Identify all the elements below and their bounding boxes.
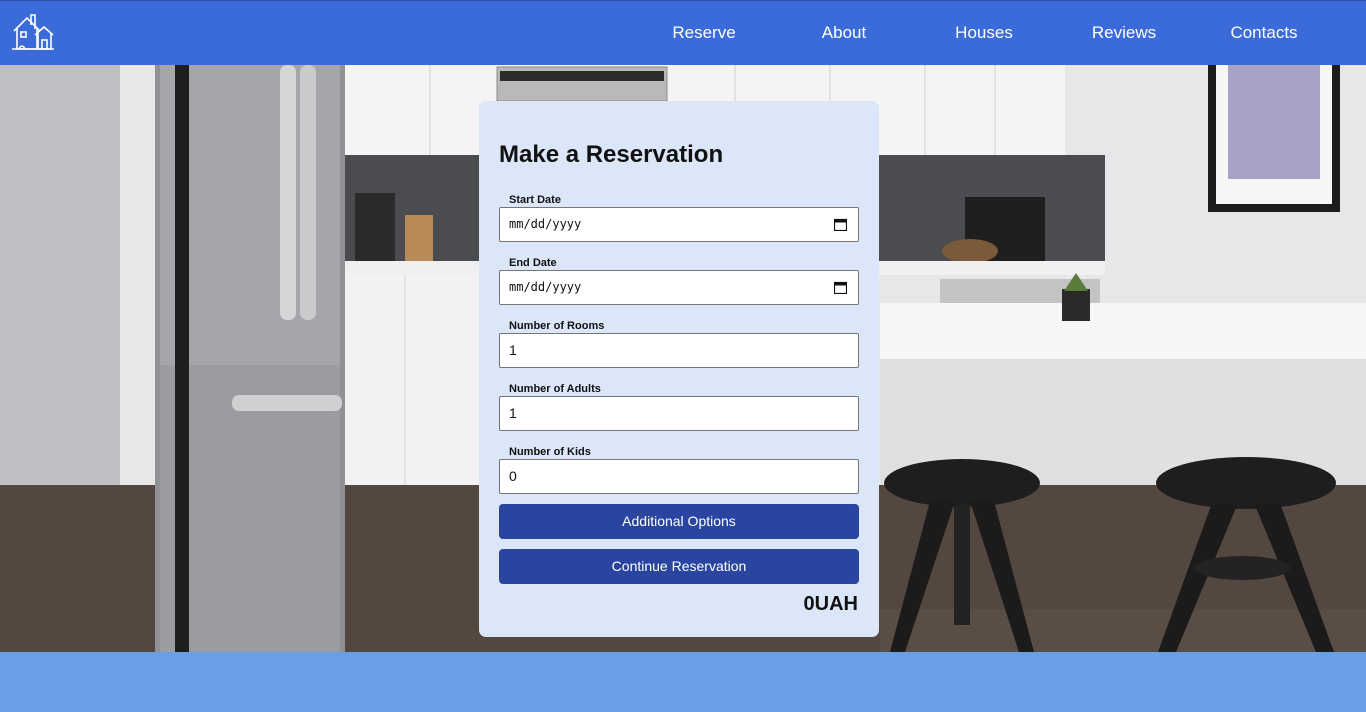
adults-input[interactable]: 1 (499, 396, 859, 431)
top-navbar: Reserve About Houses Reviews Contacts (0, 0, 1366, 65)
nav-about[interactable]: About (784, 23, 904, 43)
kids-input[interactable]: 0 (499, 459, 859, 494)
end-date-input[interactable]: mm/dd/yyyy (499, 270, 859, 305)
adults-label: Number of Adults (509, 383, 601, 395)
start-date-label: Start Date (509, 194, 561, 206)
nav-reserve[interactable]: Reserve (644, 23, 764, 43)
start-date-placeholder: mm/dd/yyyy (509, 217, 582, 231)
reservation-form: Make a Reservation Start Date mm/dd/yyyy… (479, 101, 879, 637)
end-date-label: End Date (509, 257, 557, 269)
footer-bar (0, 652, 1366, 712)
rooms-value: 1 (509, 342, 517, 358)
nav-houses[interactable]: Houses (924, 23, 1044, 43)
calendar-icon[interactable] (834, 218, 847, 231)
rooms-input[interactable]: 1 (499, 333, 859, 368)
end-date-placeholder: mm/dd/yyyy (509, 280, 582, 294)
additional-options-button[interactable]: Additional Options (499, 504, 859, 539)
kids-value: 0 (509, 468, 517, 484)
rooms-label: Number of Rooms (509, 320, 605, 332)
adults-value: 1 (509, 405, 517, 421)
kids-label: Number of Kids (509, 446, 591, 458)
start-date-input[interactable]: mm/dd/yyyy (499, 207, 859, 242)
nav-contacts[interactable]: Contacts (1204, 23, 1324, 43)
continue-reservation-button[interactable]: Continue Reservation (499, 549, 859, 584)
house-logo-icon[interactable] (11, 11, 55, 53)
nav-reviews[interactable]: Reviews (1064, 23, 1184, 43)
calendar-icon[interactable] (834, 281, 847, 294)
form-title: Make a Reservation (499, 141, 724, 168)
total-price: 0UAH (803, 593, 858, 615)
